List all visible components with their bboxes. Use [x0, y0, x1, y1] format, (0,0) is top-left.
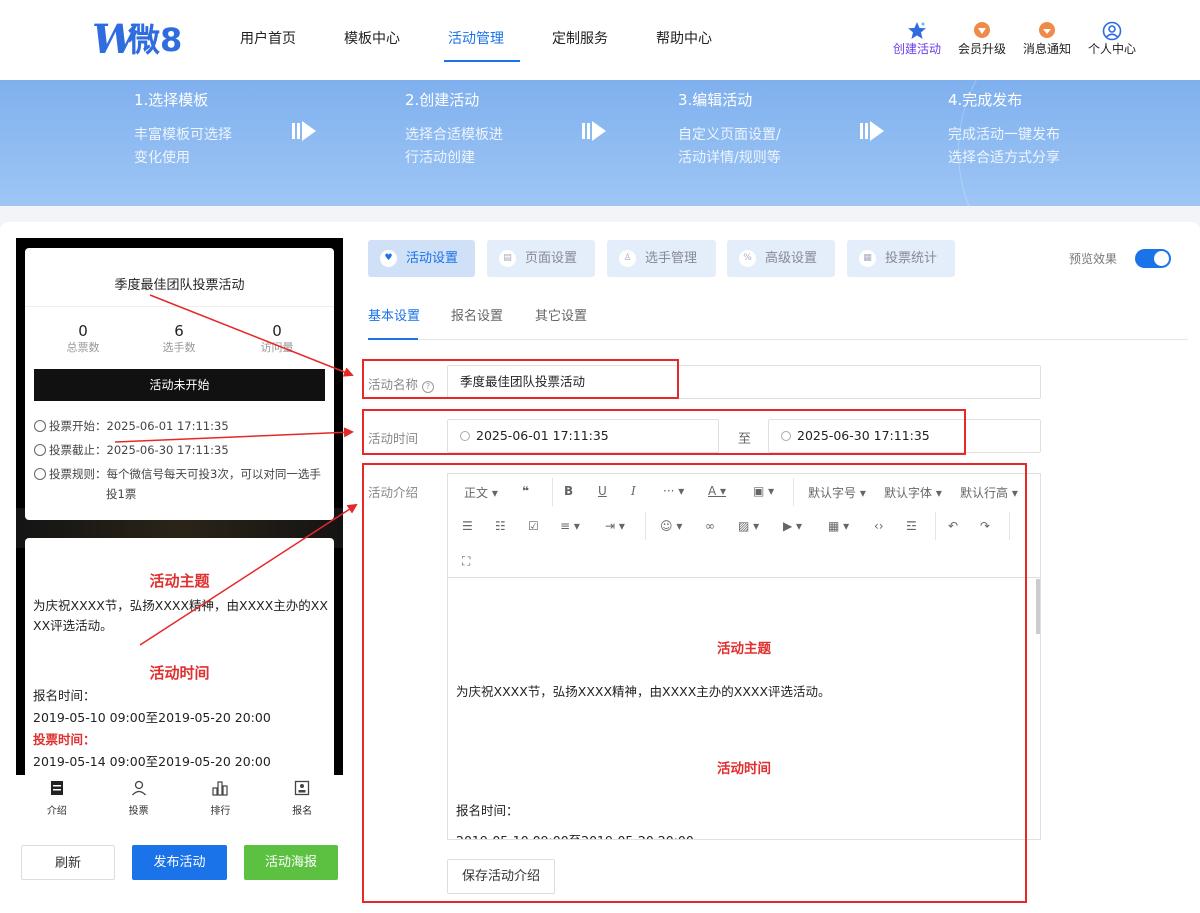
annotation-box-intro [362, 463, 1027, 903]
rank-icon [180, 780, 262, 802]
tab-advanced-settings[interactable]: % 高级设置 [727, 240, 835, 277]
clock-icon [34, 420, 46, 432]
activity-status-button[interactable]: 活动未开始 [34, 369, 325, 401]
clock-icon [34, 444, 46, 456]
subtab-active-indicator [368, 338, 418, 340]
person-icon: ♙ [619, 250, 636, 267]
stat-total-votes: 0 总票数 [66, 322, 100, 354]
mobile-preview[interactable]: 季度最佳团队投票活动 0 总票数 6 选手数 0 访问量 活动未开始 投票开始：202… [16, 238, 343, 822]
nav-custom-service[interactable]: 定制服务 [552, 0, 608, 80]
person-icon [98, 780, 180, 802]
doc-icon [16, 780, 98, 802]
heart-icon: ♥ [380, 250, 397, 267]
preview-time-title: 活动时间 [149, 664, 210, 682]
step-title: 2.创建活动 [405, 91, 480, 109]
step-desc: 完成活动一键发布 选择合适方式分享 [948, 127, 1060, 166]
stat-contestants: 6 选手数 [162, 322, 196, 354]
advanced-icon: % [739, 250, 756, 267]
step-desc: 丰富模板可选择 变化使用 [134, 127, 232, 166]
tab-activity-settings[interactable]: ♥ 活动设置 [368, 240, 475, 277]
publish-activity-button[interactable]: 发布活动 [132, 845, 227, 880]
subtab-signup[interactable]: 报名设置 [451, 305, 503, 324]
header-tools: 创建活动 会员升级 消息通知 个人中心 [878, 20, 1138, 57]
preview-toggle[interactable] [1135, 249, 1171, 268]
step-1: 1.选择模板 丰富模板可选择 变化使用 [134, 90, 232, 170]
tabbar-signup[interactable]: 报名 [261, 775, 343, 822]
nav-templates[interactable]: 模板中心 [344, 0, 400, 80]
nav-help[interactable]: 帮助中心 [656, 0, 712, 80]
step-arrow-icon [582, 121, 606, 141]
step-desc: 选择合适模板进 行活动创建 [405, 127, 503, 166]
steps-banner: 1.选择模板 丰富模板可选择 变化使用 2.创建活动 选择合适模板进 行活动创建 3… [0, 80, 1200, 206]
subtab-basic[interactable]: 基本设置 [368, 305, 420, 324]
step-title: 4.完成发布 [948, 91, 1023, 109]
notifications-button[interactable]: 消息通知 [1021, 20, 1073, 57]
step-4: 4.完成发布 完成活动一键发布 选择合适方式分享 [948, 90, 1060, 170]
vote-end-info: 投票截止：2025-06-30 17:11:35 [34, 440, 229, 460]
bell-icon [1021, 20, 1073, 40]
create-activity-button[interactable]: 创建活动 [891, 20, 943, 57]
vote-start-info: 投票开始：2025-06-01 17:11:35 [34, 416, 229, 436]
step-arrow-icon [860, 121, 884, 141]
preview-activity-title: 季度最佳团队投票活动 [114, 278, 245, 293]
vip-upgrade-label: 会员升级 [957, 42, 1006, 56]
preview-vote-range: 2019-05-14 09:00至2019-05-20 20:00 [33, 754, 271, 769]
tabbar-intro[interactable]: 介绍 [16, 775, 98, 822]
step-title: 1.选择模板 [134, 91, 209, 109]
tab-contestant-manage[interactable]: ♙ 选手管理 [607, 240, 716, 277]
tab-page-settings[interactable]: ▤ 页面设置 [487, 240, 595, 277]
step-desc: 自定义页面设置/活动详情/规则等 [678, 127, 781, 166]
annotation-box-name [362, 359, 679, 399]
main-nav: 用户首页 模板中心 活动管理 定制服务 帮助中心 [240, 0, 760, 80]
tabbar-rank[interactable]: 排行 [180, 775, 262, 822]
notifications-label: 消息通知 [1022, 42, 1071, 56]
step-title: 3.编辑活动 [678, 91, 753, 109]
vip-icon [956, 20, 1008, 40]
page-icon: ▤ [499, 250, 516, 267]
stat-visits: 0 访问量 [260, 322, 294, 354]
stats-icon: ▦ [859, 250, 876, 267]
subtab-other[interactable]: 其它设置 [535, 305, 587, 324]
tab-vote-statistics[interactable]: ▦ 投票统计 [847, 240, 955, 277]
nav-home[interactable]: 用户首页 [240, 0, 296, 80]
logo-text: 微8 [128, 21, 183, 59]
signup-icon [261, 780, 343, 802]
user-center-button[interactable]: 个人中心 [1086, 20, 1138, 57]
preview-signup-range: 2019-05-10 09:00至2019-05-20 20:00 [33, 710, 271, 725]
subtab-divider [368, 339, 1188, 340]
info-icon [34, 468, 46, 480]
preview-vote-label: 投票时间： [33, 732, 96, 747]
annotation-box-time [362, 409, 966, 455]
vip-upgrade-button[interactable]: 会员升级 [956, 20, 1008, 57]
preview-tabbar: 介绍 投票 排行 报名 [16, 775, 343, 822]
nav-activity-manage[interactable]: 活动管理 [444, 0, 520, 80]
preview-theme-text: 为庆祝XXXX节，弘扬XXXX精神，由XXXX主办的XX XX评选活动。 [33, 598, 328, 633]
user-icon [1086, 20, 1138, 40]
preview-theme-title: 活动主题 [149, 572, 210, 590]
preview-toggle-label: 预览效果 [1069, 252, 1118, 266]
step-3: 3.编辑活动 自定义页面设置/活动详情/规则等 [678, 90, 781, 170]
tabbar-vote[interactable]: 投票 [98, 775, 180, 822]
create-activity-label: 创建活动 [892, 42, 941, 56]
editor-scrollbar[interactable] [1036, 579, 1040, 634]
activity-poster-button[interactable]: 活动海报 [244, 845, 338, 880]
step-arrow-icon [292, 121, 316, 141]
preview-signup-label: 报名时间： [33, 688, 96, 703]
activity-summary-card: 季度最佳团队投票活动 0 总票数 6 选手数 0 访问量 活动未开始 投票开始：202… [25, 248, 334, 520]
activity-detail-card: 活动主题 为庆祝XXXX节，弘扬XXXX精神，由XXXX主办的XX XX评选活动。… [25, 538, 334, 778]
divider [25, 306, 334, 307]
logo[interactable]: W 微8 [92, 18, 192, 62]
star-icon [891, 20, 943, 40]
step-2: 2.创建活动 选择合适模板进 行活动创建 [405, 90, 503, 170]
vote-rule-info: 投票规则：每个微信号每天可投3次，可以对同一选手 投1票 [34, 464, 329, 504]
user-center-label: 个人中心 [1087, 42, 1136, 56]
top-header: W 微8 用户首页 模板中心 活动管理 定制服务 帮助中心 创建活动 会员升级 … [0, 0, 1200, 80]
refresh-button[interactable]: 刷新 [21, 845, 115, 880]
